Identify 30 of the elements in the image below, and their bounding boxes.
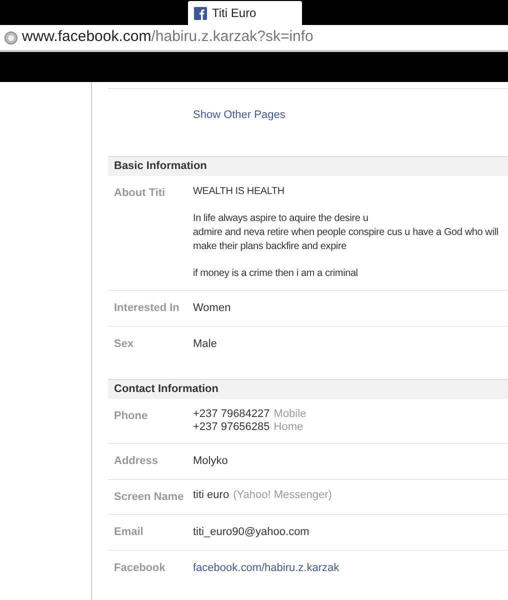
field-value: Male — [193, 336, 217, 352]
field-label: Email — [113, 525, 144, 540]
field-value: titi euro — [193, 488, 230, 502]
field-note: (Yahoo! Messenger) — [233, 488, 332, 502]
url-text: www.facebook.com/habiru.z.karzak?sk=info — [22, 27, 314, 48]
field-value: titi_euro90@yahoo.com — [193, 525, 310, 540]
field-value: Women — [193, 301, 231, 316]
section-header: Contact Information — [108, 379, 508, 399]
show-pages-link[interactable]: Show Other Pages — [193, 109, 286, 121]
section-header: Basic Information — [108, 156, 508, 176]
field-note: Mobile — [274, 408, 306, 421]
browser-tab[interactable]: Titi Euro — [188, 1, 302, 25]
field-value: +237 79684227 — [193, 408, 270, 421]
profile-link[interactable]: facebook.com/habiru.z.karzak — [193, 560, 340, 576]
about-text: if money is a crime then i am a criminal — [193, 267, 359, 281]
about-text: WEALTH IS HEALTH — [193, 185, 286, 199]
field-label: Facebook — [113, 560, 166, 576]
field-label: About Titi — [113, 186, 166, 201]
about-text: In life always aspire to aquire the desire u admire and neva retire when people conspire cus u have a God who will make their plans backfire and expire — [193, 212, 498, 254]
field-label: Interested In — [113, 301, 180, 316]
field-label: Screen Name — [113, 490, 185, 504]
field-label: Address — [113, 454, 160, 469]
field-note: Home — [274, 421, 304, 434]
field-value: +237 97656285 — [193, 421, 270, 434]
tab-title: Titi Euro — [212, 5, 256, 22]
field-value: Molyko — [193, 454, 228, 469]
field-label: Phone — [113, 409, 149, 424]
f-logo-icon — [194, 6, 207, 20]
field-label: Sex — [113, 336, 135, 352]
globe-icon — [4, 30, 18, 44]
